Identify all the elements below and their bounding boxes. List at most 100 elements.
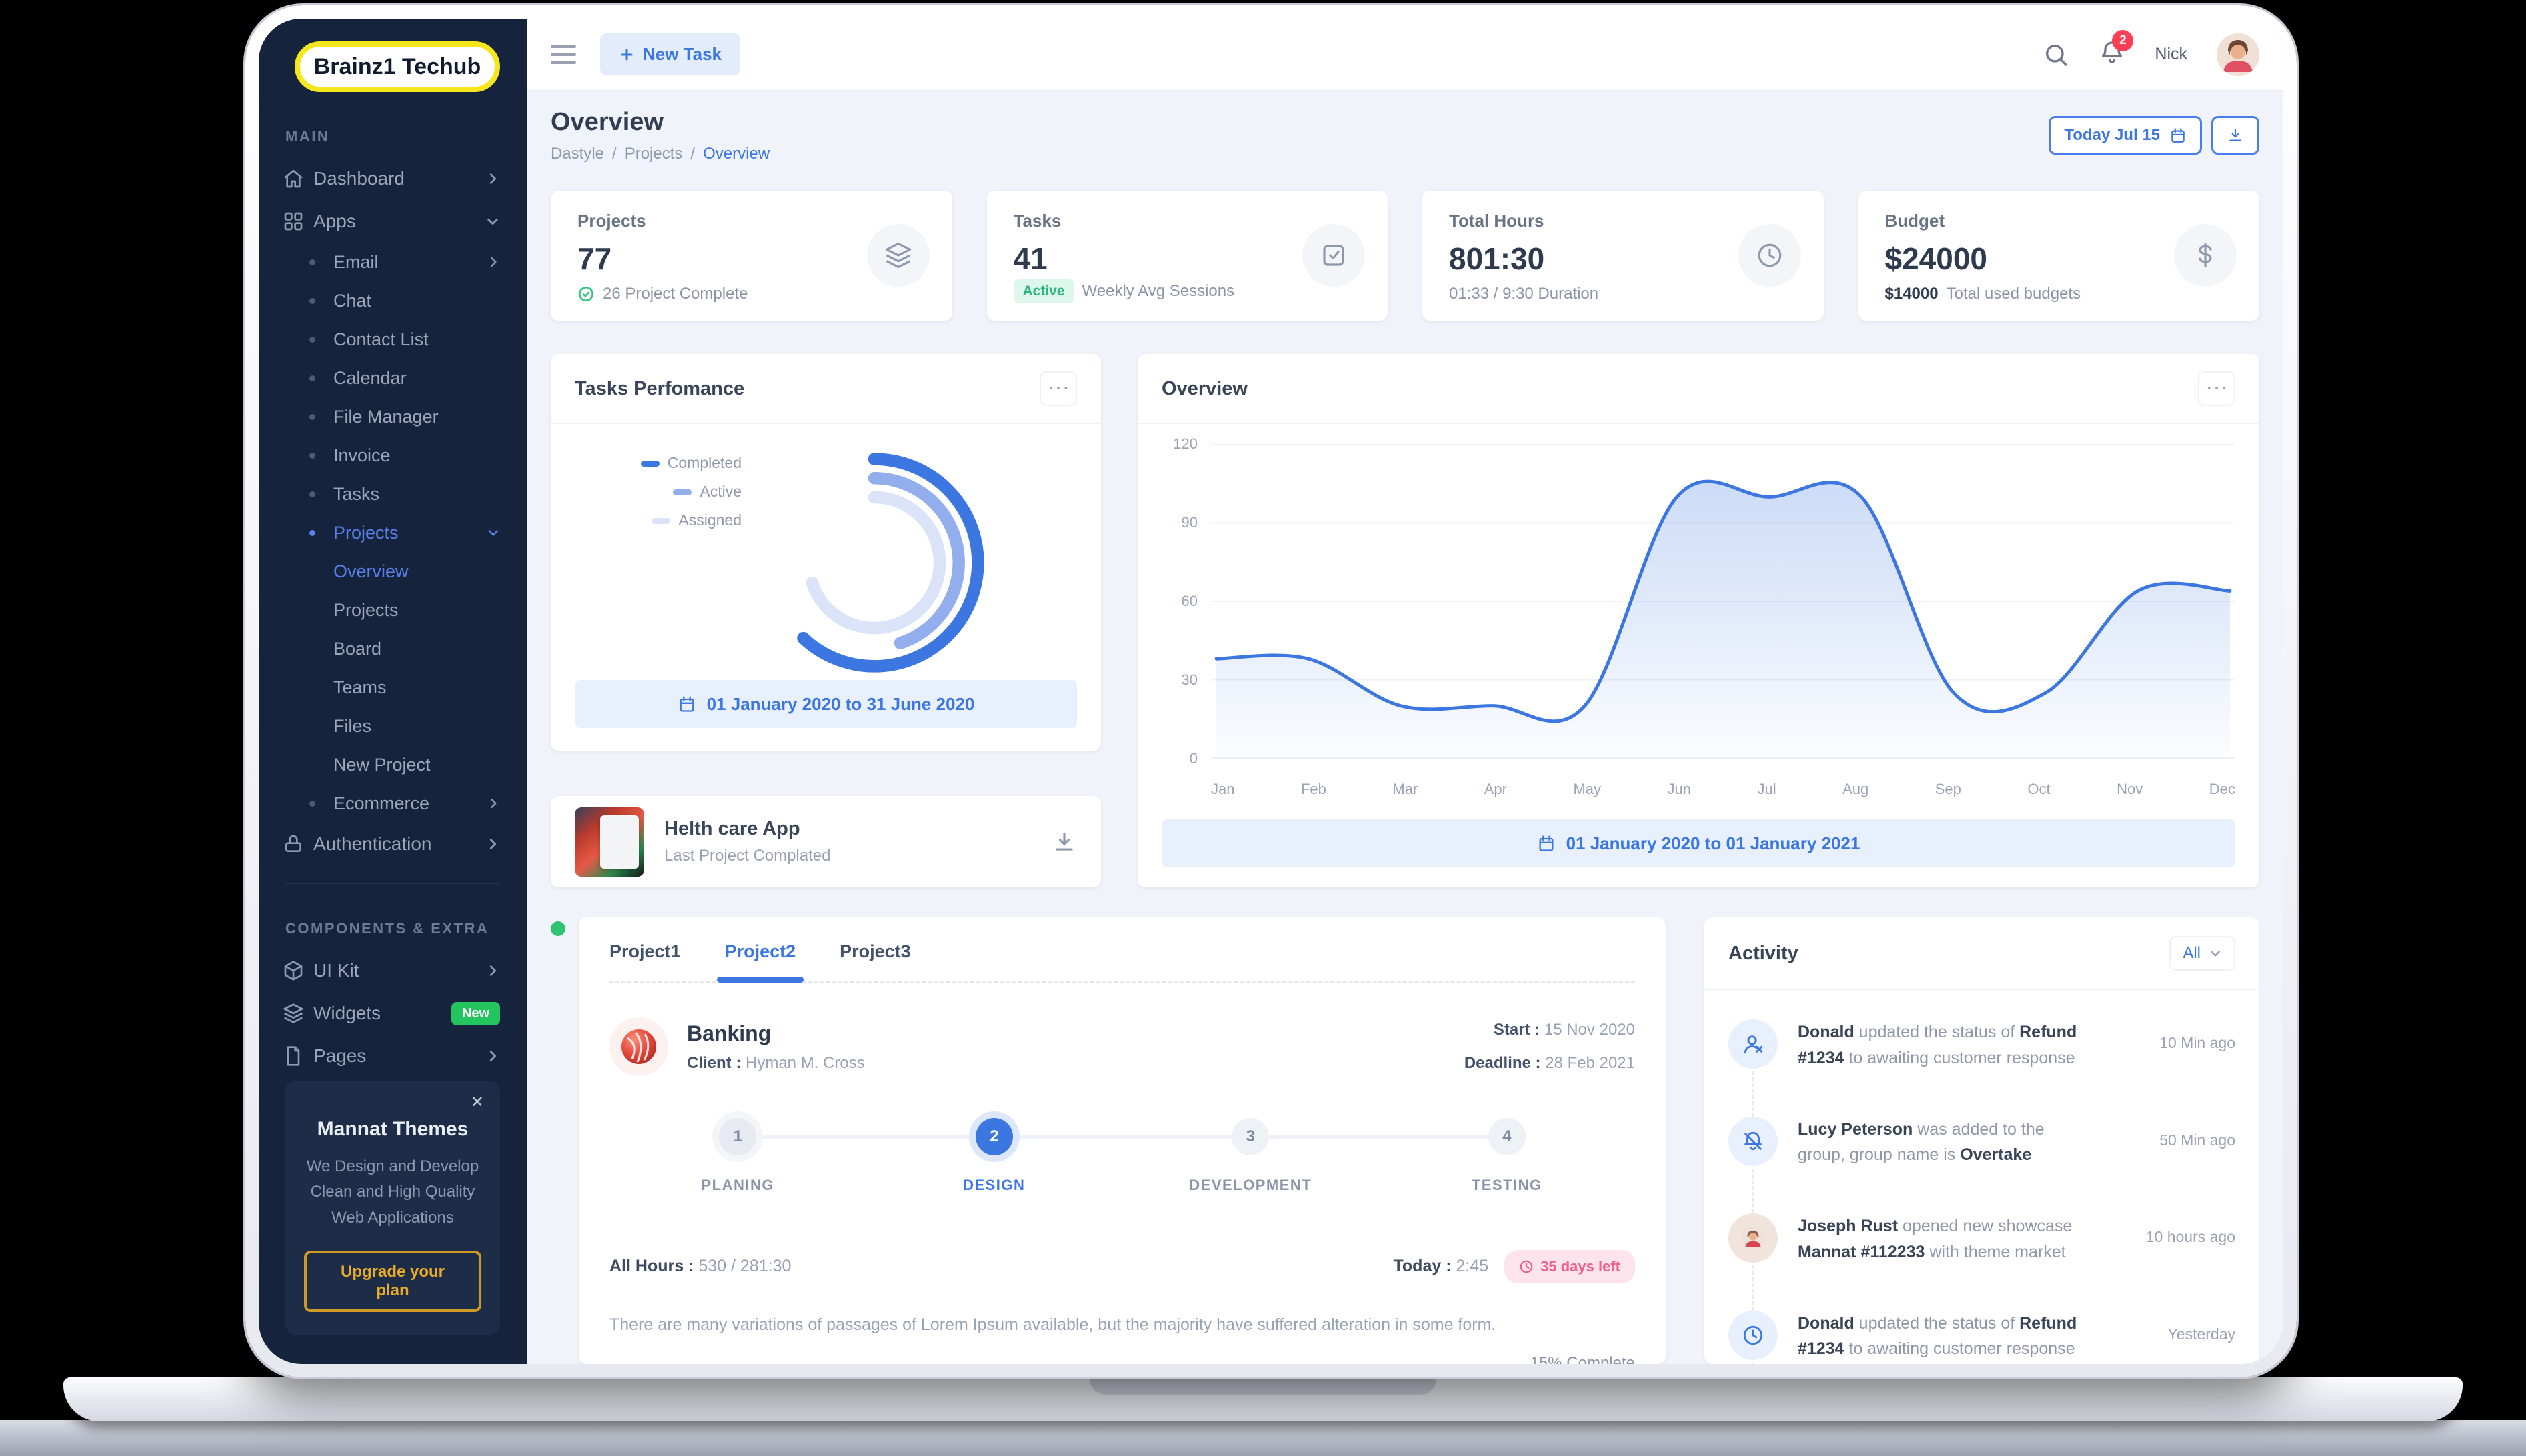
step-testing[interactable]: 4 TESTING — [1379, 1118, 1636, 1194]
user-avatar[interactable] — [2217, 33, 2259, 76]
project-thumbnail — [575, 807, 644, 877]
sidebar-item-chat[interactable]: Chat — [259, 281, 527, 320]
area-chart-svg — [1211, 431, 2235, 771]
card-menu-button[interactable]: ⋯ — [1040, 371, 1077, 406]
sidebar-item-authentication[interactable]: Authentication — [259, 823, 527, 865]
lock-icon — [283, 833, 304, 855]
page-title: Overview — [551, 108, 770, 137]
today-value: 2:45 — [1456, 1257, 1488, 1275]
laptop-screen-frame: Brainz1 Techub MAIN Dashboard Apps Email… — [245, 5, 2297, 1377]
sidebar-item-file-manager[interactable]: File Manager — [259, 397, 527, 436]
download-icon[interactable] — [1052, 829, 1077, 855]
sidebar-section-main: MAIN — [285, 128, 527, 145]
sidebar-item-pages[interactable]: Pages — [259, 1035, 527, 1077]
sidebar-item-contact-list[interactable]: Contact List — [259, 320, 527, 359]
project-dates: Start : 15 Nov 2020 Deadline : 28 Feb 20… — [1464, 1013, 1635, 1081]
sidebar-item-projects-new-project[interactable]: New Project — [259, 745, 527, 784]
sidebar-item-projects-board[interactable]: Board — [259, 629, 527, 668]
activity-item[interactable]: Joseph Rust opened new showcase Mannat #… — [1728, 1191, 2235, 1288]
sidebar-section-extra: COMPONENTS & EXTRA — [285, 920, 527, 937]
step-planing[interactable]: 1 PLANING — [609, 1118, 866, 1194]
tab-project2[interactable]: Project2 — [725, 941, 796, 962]
bullet-dot — [309, 259, 315, 265]
check-square-icon — [1302, 224, 1365, 287]
date-range-banner[interactable]: 01 January 2020 to 01 January 2021 — [1162, 819, 2235, 867]
card-title: Tasks Perfomance — [575, 378, 744, 400]
avatar-image — [2217, 33, 2259, 76]
app-logo[interactable]: Brainz1 Techub — [295, 41, 500, 92]
clock-icon — [1519, 1259, 1534, 1274]
sidebar-item-projects-projects[interactable]: Projects — [259, 591, 527, 629]
activity-time: 10 hours ago — [2125, 1213, 2235, 1265]
new-task-button[interactable]: New Task — [600, 33, 740, 75]
activity-item[interactable]: Donald updated the status of Refund #123… — [1728, 997, 2235, 1094]
sidebar-item-ui-kit[interactable]: UI Kit — [259, 949, 527, 992]
sidebar-item-apps[interactable]: Apps — [259, 200, 527, 243]
promo-card: ✕ Mannat Themes We Design and Develop Cl… — [285, 1081, 500, 1335]
sidebar-item-projects-teams[interactable]: Teams — [259, 668, 527, 707]
plus-icon — [619, 47, 635, 63]
activity-time: Yesterday — [2125, 1311, 2235, 1363]
chevron-right-icon — [485, 171, 500, 186]
notifications-button[interactable]: 2 — [2099, 39, 2125, 69]
health-care-app-card: Helth care App Last Project Complated — [551, 796, 1101, 887]
project-tabs: Project1 Project2 Project3 — [609, 941, 1635, 983]
date-range-banner[interactable]: 01 January 2020 to 31 June 2020 — [575, 680, 1077, 728]
breadcrumb-projects[interactable]: Projects — [625, 145, 683, 163]
activity-filter-dropdown[interactable]: All — [2169, 936, 2235, 971]
calendar-icon — [678, 695, 696, 713]
sidebar-item-dashboard[interactable]: Dashboard — [259, 157, 527, 200]
breadcrumb-overview: Overview — [703, 145, 770, 163]
sidebar-item-label: Apps — [313, 211, 356, 232]
bullet-dot — [309, 491, 315, 497]
menu-toggle-icon[interactable] — [551, 45, 576, 64]
laptop-notch — [1090, 1377, 1436, 1395]
sidebar-item-invoice[interactable]: Invoice — [259, 436, 527, 475]
stat-card-projects: Projects 77 26 Project Complete — [551, 191, 952, 321]
sidebar-item-tasks[interactable]: Tasks — [259, 475, 527, 513]
upgrade-plan-button[interactable]: Upgrade your plan — [304, 1251, 481, 1312]
search-icon[interactable] — [2043, 41, 2069, 68]
legend-swatch — [641, 461, 660, 467]
sidebar-item-email[interactable]: Email — [259, 243, 527, 281]
legend-swatch — [652, 518, 670, 524]
sidebar-item-projects[interactable]: Projects — [259, 513, 527, 552]
close-icon[interactable]: ✕ — [471, 1093, 484, 1112]
breadcrumb-dastyle[interactable]: Dastyle — [551, 145, 604, 163]
calendar-icon — [1537, 834, 1556, 853]
date-picker-button[interactable]: Today Jul 15 — [2049, 116, 2202, 155]
tab-project3[interactable]: Project3 — [840, 941, 911, 962]
avatar — [1728, 1213, 1778, 1263]
radialbar-chart — [751, 439, 998, 686]
download-report-button[interactable] — [2211, 116, 2259, 155]
bell-off-icon — [1728, 1117, 1778, 1166]
start-date: 15 Nov 2020 — [1544, 1021, 1635, 1039]
topbar-right: 2 Nick — [2043, 33, 2259, 76]
sidebar-item-projects-files[interactable]: Files — [259, 707, 527, 745]
step-design[interactable]: 2 DESIGN — [866, 1118, 1123, 1194]
project-stepper: 1 PLANING 2 DESIGN 3 DEV — [609, 1118, 1635, 1218]
header-actions: Today Jul 15 — [2049, 116, 2259, 155]
chevron-down-icon — [2209, 947, 2222, 960]
chevron-down-icon — [487, 526, 500, 539]
bullet-dot — [309, 801, 315, 807]
sidebar-item-widgets[interactable]: Widgets New — [259, 992, 527, 1035]
laptop-base — [63, 1377, 2463, 1421]
card-menu-button[interactable]: ⋯ — [2198, 371, 2235, 406]
activity-item[interactable]: Donald updated the status of Refund #123… — [1728, 1288, 2235, 1365]
topbar: New Task 2 Nick — [527, 19, 2283, 91]
activity-list: Donald updated the status of Refund #123… — [1704, 990, 2259, 1364]
dashboard-app: Brainz1 Techub MAIN Dashboard Apps Email… — [259, 19, 2283, 1364]
page-header: Overview Dastyle/ Projects/ Overview Tod… — [527, 91, 2283, 180]
clock-icon — [1738, 224, 1801, 287]
sidebar-item-calendar[interactable]: Calendar — [259, 359, 527, 397]
user-name: Nick — [2155, 45, 2187, 64]
main-area: New Task 2 Nick — [527, 19, 2283, 1364]
sidebar-item-ecommerce[interactable]: Ecommerce — [259, 784, 527, 823]
bullet-dot — [309, 298, 315, 304]
step-development[interactable]: 3 DEVELOPMENT — [1122, 1118, 1379, 1194]
activity-item[interactable]: Lucy Peterson was added to the group, gr… — [1728, 1094, 2235, 1191]
tab-project1[interactable]: Project1 — [609, 941, 681, 962]
sidebar-item-projects-overview[interactable]: Overview — [259, 552, 527, 591]
deadline-date: 28 Feb 2021 — [1545, 1054, 1635, 1072]
